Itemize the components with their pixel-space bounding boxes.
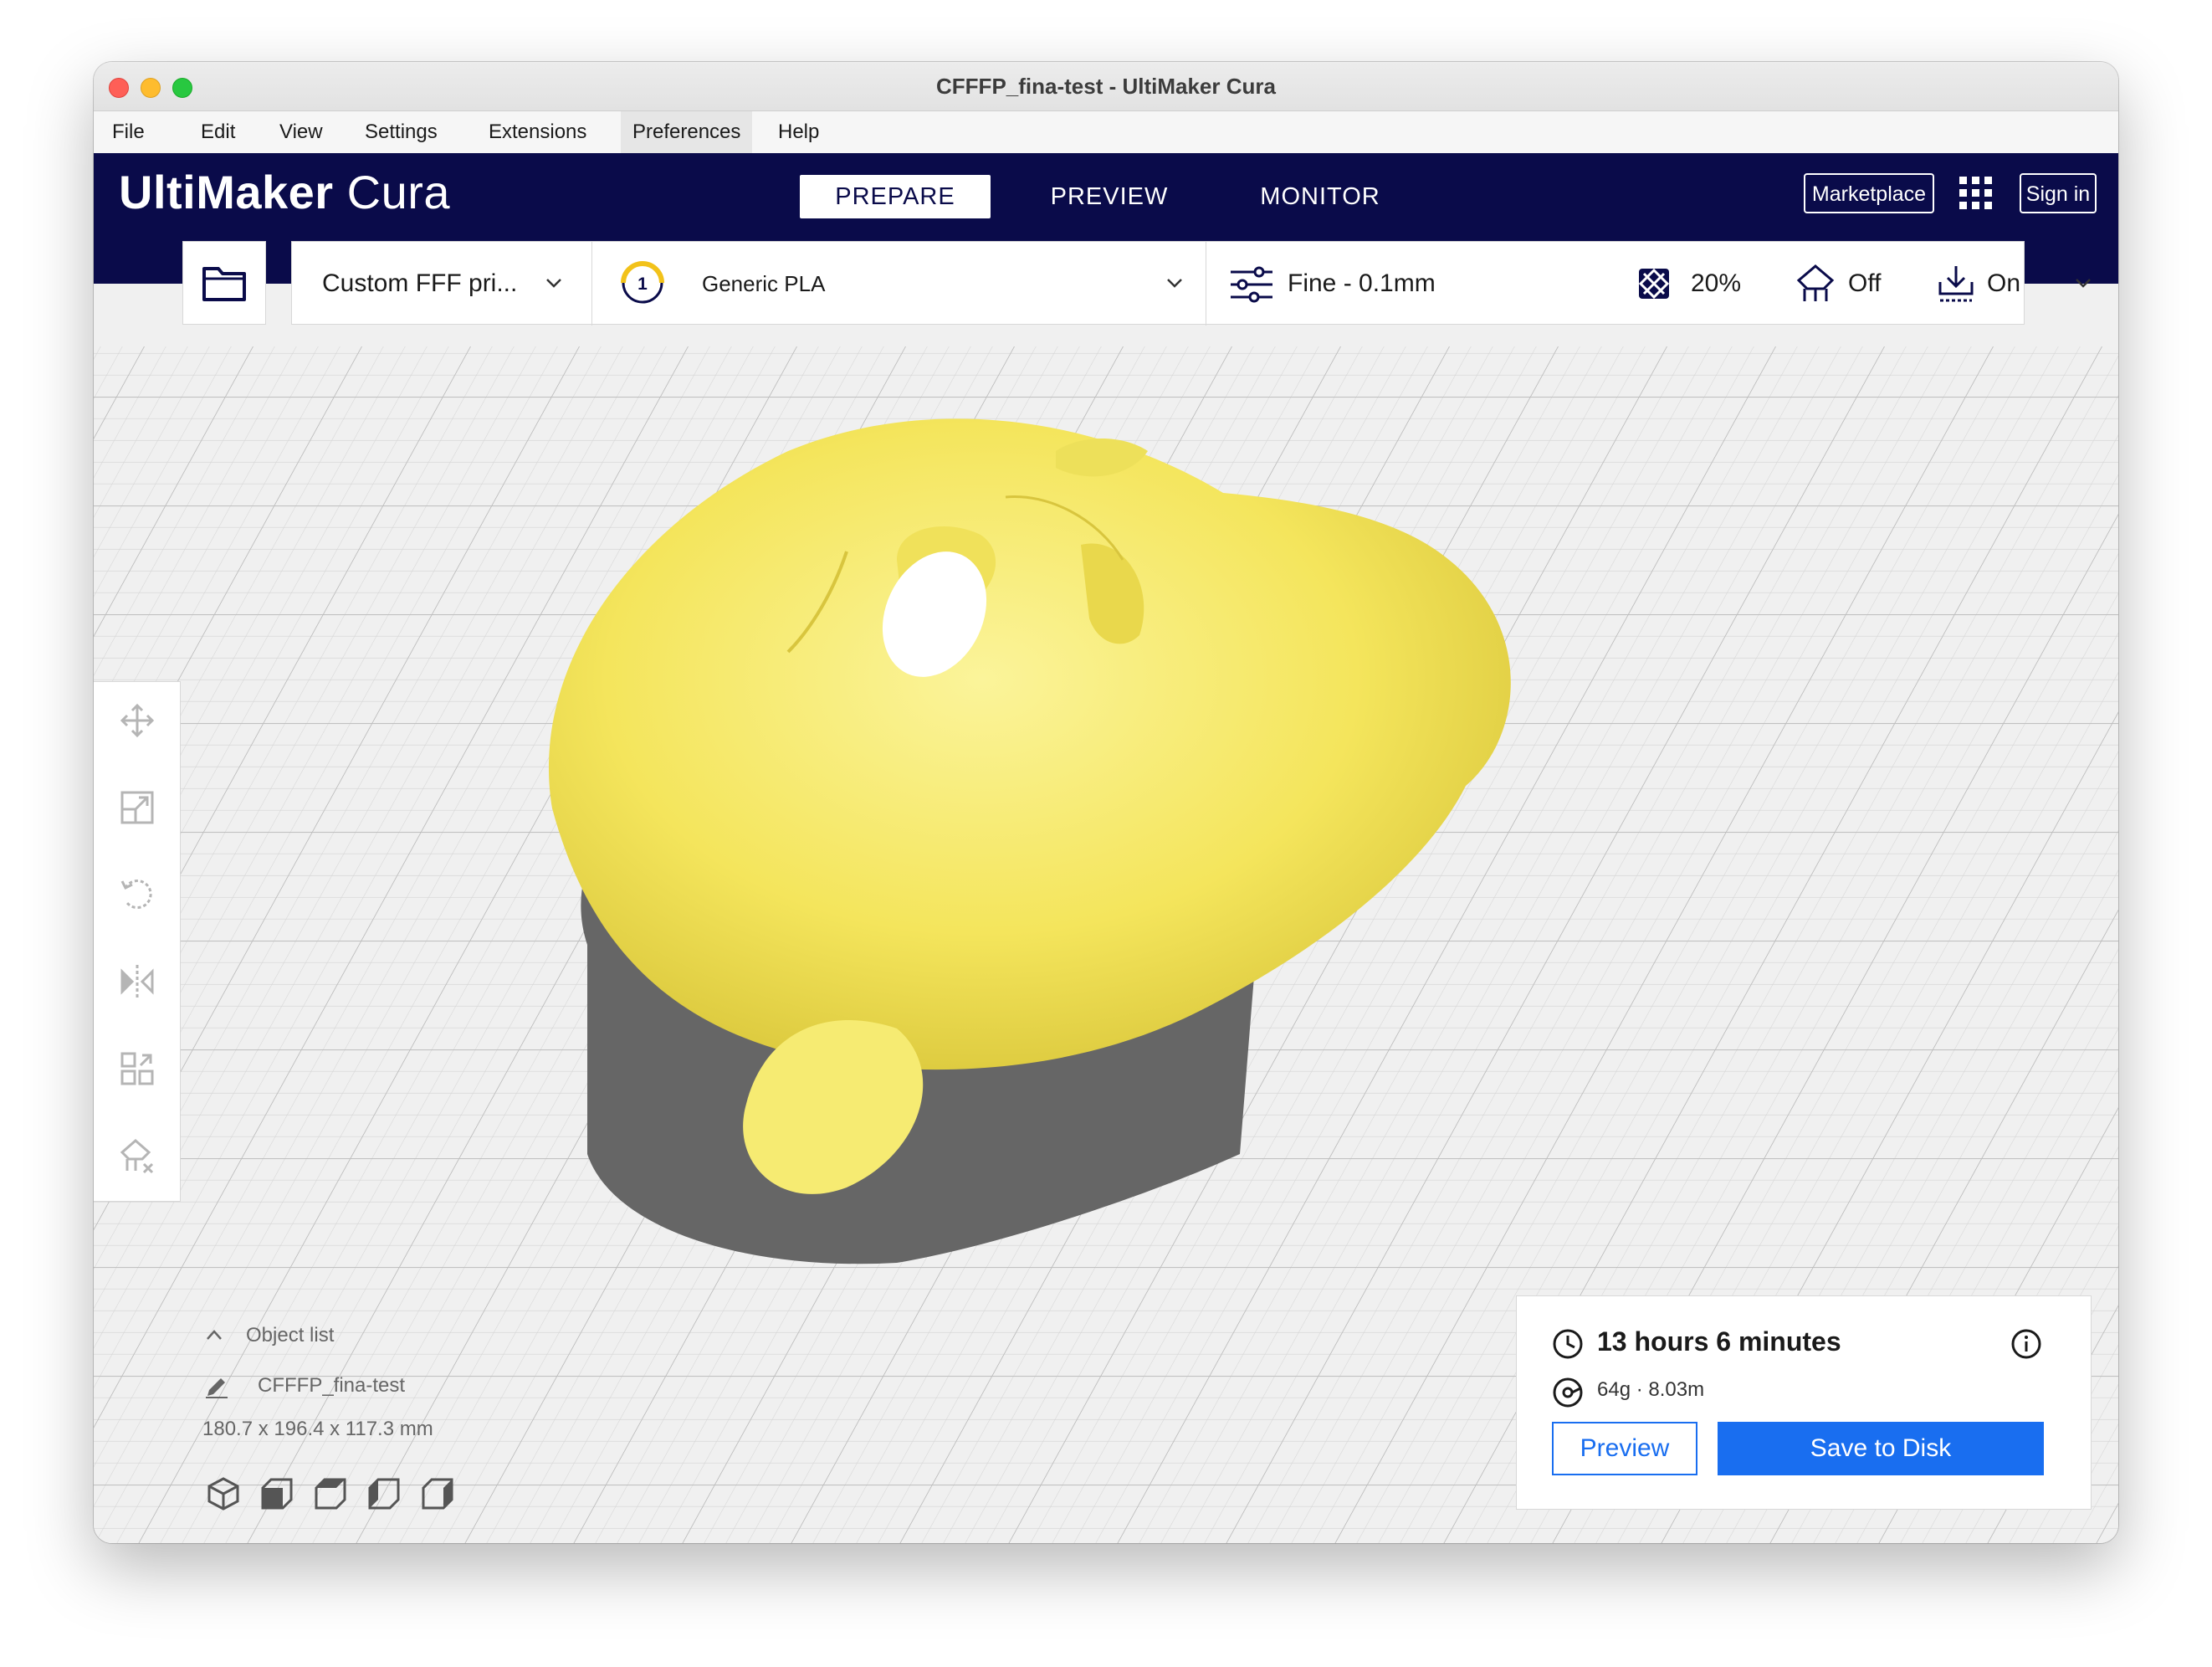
chevron-up-icon[interactable]	[206, 1329, 223, 1341]
menu-help[interactable]: Help	[766, 111, 831, 153]
menu-edit[interactable]: Edit	[189, 111, 247, 153]
object-name[interactable]: CFFFP_fina-test	[258, 1374, 405, 1398]
object-list-toggle[interactable]: Object list	[246, 1324, 334, 1347]
menu-bar: File Edit View Settings Extensions Prefe…	[94, 111, 2118, 153]
print-action-panel: 13 hours 6 minutes 64g · 8.03m Preview S…	[1516, 1295, 2092, 1510]
tab-prepare[interactable]: PREPARE	[800, 175, 991, 218]
print-time: 13 hours 6 minutes	[1597, 1326, 1841, 1357]
sliders-icon	[1231, 266, 1272, 303]
chevron-down-icon[interactable]	[545, 274, 563, 292]
menu-preferences[interactable]: Preferences	[621, 111, 753, 153]
print-config-bar: Custom FFF pri... 1 Generic PLA Fine - 0…	[291, 241, 2091, 326]
per-model-settings-icon[interactable]	[119, 1050, 156, 1087]
apps-grid-icon[interactable]	[1958, 175, 1994, 212]
adhesion-icon	[1938, 266, 1974, 302]
view-front-icon[interactable]	[259, 1476, 294, 1511]
app-logo: UltiMaker Cura	[119, 165, 450, 219]
chevron-down-icon[interactable]	[2074, 274, 2092, 292]
logo-brand: UltiMaker	[119, 166, 334, 218]
infill-icon	[1638, 268, 1670, 300]
menu-file[interactable]: File	[100, 111, 156, 153]
logo-product: Cura	[346, 166, 451, 218]
window-title: CFFFP_fina-test - UltiMaker Cura	[936, 74, 1276, 99]
extruder-badge-icon[interactable]: 1	[620, 260, 665, 305]
info-icon[interactable]	[2010, 1328, 2042, 1360]
support-icon	[1796, 264, 1835, 301]
profile-selector[interactable]: Fine - 0.1mm	[1288, 242, 1436, 326]
adhesion-value[interactable]: On	[1987, 242, 2020, 326]
menu-extensions[interactable]: Extensions	[477, 111, 598, 153]
spool-icon	[1553, 1377, 1583, 1408]
view-left-icon[interactable]	[366, 1476, 402, 1511]
tool-sidebar	[94, 681, 181, 1202]
rotate-icon[interactable]	[119, 876, 156, 913]
view-top-icon[interactable]	[313, 1476, 348, 1511]
menu-view[interactable]: View	[268, 111, 335, 153]
svg-text:1: 1	[637, 274, 648, 294]
marketplace-button[interactable]: Marketplace	[1804, 173, 1934, 213]
material-selector[interactable]: Generic PLA	[702, 242, 825, 326]
view-3d-icon[interactable]	[206, 1476, 241, 1511]
preview-button[interactable]: Preview	[1552, 1422, 1697, 1475]
object-dimensions: 180.7 x 196.4 x 117.3 mm	[202, 1418, 433, 1440]
config-divider	[591, 242, 592, 326]
scale-icon[interactable]	[119, 789, 156, 826]
title-bar: CFFFP_fina-test - UltiMaker Cura	[94, 62, 2118, 111]
printer-selector[interactable]: Custom FFF pri...	[322, 242, 517, 326]
chevron-down-icon[interactable]	[1165, 274, 1184, 292]
menu-settings[interactable]: Settings	[353, 111, 449, 153]
open-file-button[interactable]	[182, 241, 266, 325]
view-right-icon[interactable]	[420, 1476, 455, 1511]
clock-icon	[1553, 1329, 1583, 1359]
model-head	[548, 418, 1511, 1070]
sign-in-button[interactable]: Sign in	[2020, 173, 2097, 213]
move-icon[interactable]	[119, 702, 156, 739]
infill-value[interactable]: 20%	[1691, 242, 1741, 326]
mirror-icon[interactable]	[119, 963, 156, 1000]
pencil-icon[interactable]	[204, 1374, 229, 1399]
app-window: CFFFP_fina-test - UltiMaker Cura File Ed…	[94, 62, 2118, 1543]
folder-icon	[202, 267, 246, 301]
tab-preview[interactable]: PREVIEW	[1021, 175, 1198, 218]
support-value[interactable]: Off	[1848, 242, 1881, 326]
support-blocker-icon[interactable]	[119, 1137, 156, 1174]
material-usage: 64g · 8.03m	[1597, 1378, 1705, 1401]
save-to-disk-button[interactable]: Save to Disk	[1718, 1422, 2044, 1475]
tab-monitor[interactable]: MONITOR	[1228, 175, 1412, 218]
